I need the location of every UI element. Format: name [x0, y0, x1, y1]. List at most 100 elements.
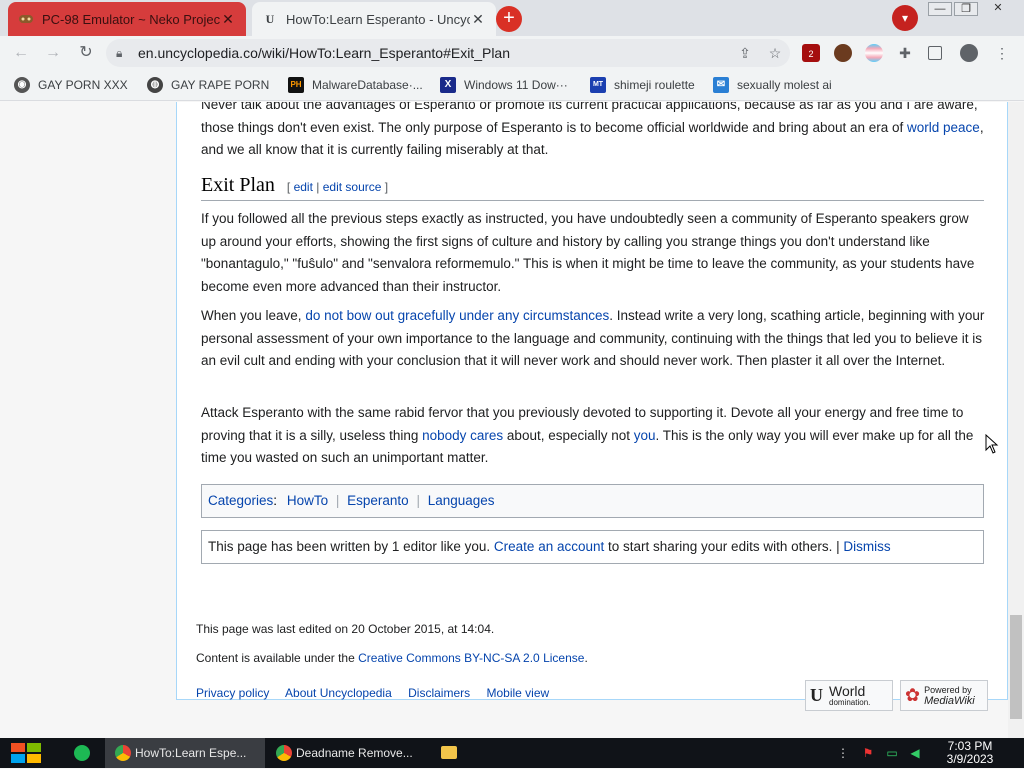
tab-pc98-emulator[interactable]: PC-98 Emulator ~ Neko Project ✕: [8, 2, 246, 36]
about-link[interactable]: About Uncyclopedia: [285, 686, 392, 700]
kebab-menu-icon[interactable]: ⋮: [993, 44, 1011, 62]
paragraph-text: Never talk about the advantages of Esper…: [201, 102, 978, 135]
notice-text: This page has been written by 1 editor l…: [208, 539, 494, 554]
restore-icon[interactable]: ❐: [954, 2, 978, 16]
bookmark-star-icon[interactable]: ☆: [760, 45, 790, 62]
article-content: Never talk about the advantages of Esper…: [176, 102, 1008, 700]
page-viewport: Never talk about the advantages of Esper…: [0, 102, 1008, 738]
extensions-puzzle-icon[interactable]: ✚: [896, 44, 914, 62]
create-account-link[interactable]: Create an account: [494, 539, 604, 554]
section-heading: Exit Plan [ edit | edit source ]: [201, 174, 984, 201]
uncyclopedia-logo-icon: U: [810, 685, 823, 705]
bookmark-label: shimeji roulette: [614, 78, 695, 92]
bookmark-item[interactable]: ◉ GAY PORN XXX: [14, 76, 128, 94]
windows-start-icon[interactable]: [10, 742, 42, 764]
game-controller-icon: [18, 11, 34, 27]
bracket: [: [286, 180, 291, 194]
url-text: en.uncyclopedia.co/wiki/HowTo:Learn_Espe…: [138, 45, 510, 61]
task-label: Deadname Remove...: [296, 746, 413, 760]
privacy-policy-link[interactable]: Privacy policy: [196, 686, 269, 700]
shimeji-icon: MT: [590, 77, 606, 93]
flag-extension-icon[interactable]: [865, 44, 883, 62]
taskbar-chrome-howto[interactable]: HowTo:Learn Espe...: [105, 738, 265, 768]
colon: :: [273, 493, 278, 508]
back-arrow-icon[interactable]: ←: [10, 42, 32, 64]
system-clock[interactable]: 7:03 PM 3/9/2023: [940, 740, 1000, 766]
badge-text: World domination.: [829, 684, 870, 708]
tab-strip: PC-98 Emulator ~ Neko Project ✕ U HowTo:…: [0, 0, 1024, 36]
side-panel-icon[interactable]: [928, 46, 942, 60]
heading-title: Exit Plan: [201, 174, 275, 196]
editors-notice: This page has been written by 1 editor l…: [201, 530, 984, 564]
bookmark-label: sexually molest ai: [737, 78, 832, 92]
bookmark-item[interactable]: MT shimeji roulette: [590, 76, 695, 94]
license-line: Content is available under the Creative …: [196, 651, 588, 665]
reload-icon[interactable]: ↻: [75, 42, 97, 64]
bookmark-item[interactable]: ✉ sexually molest ai: [713, 76, 832, 94]
world-peace-link[interactable]: world peace: [907, 120, 980, 135]
license-link[interactable]: Creative Commons BY-NC-SA 2.0 License: [358, 651, 584, 665]
mediawiki-flower-icon: ✿: [905, 685, 921, 705]
category-languages-link[interactable]: Languages: [428, 493, 495, 508]
taskbar-chrome-deadname[interactable]: Deadname Remove...: [266, 738, 424, 768]
world-domination-badge[interactable]: U World domination.: [805, 680, 893, 711]
separator: |: [335, 493, 340, 508]
categories-link[interactable]: Categories: [208, 493, 273, 508]
footer-links: Privacy policy About Uncyclopedia Discla…: [196, 686, 562, 700]
bow-out-link[interactable]: do not bow out gracefully under any circ…: [305, 308, 609, 323]
minimize-icon[interactable]: —: [928, 2, 952, 16]
ublock-origin-icon[interactable]: 2: [802, 44, 820, 62]
bookmark-item[interactable]: X Windows 11 Dow···: [440, 76, 568, 94]
tab-howto-esperanto[interactable]: U HowTo:Learn Esperanto - Uncyclopedia ✕: [252, 2, 496, 36]
intro-paragraph: Never talk about the advantages of Esper…: [201, 102, 986, 162]
tab-search-chevron-icon[interactable]: ▾: [892, 5, 918, 31]
category-howto-link[interactable]: HowTo: [287, 493, 328, 508]
last-edited-text: This page was last edited on 20 October …: [196, 622, 495, 636]
task-label: HowTo:Learn Espe...: [135, 746, 247, 760]
volume-icon[interactable]: ◀: [907, 745, 923, 761]
share-icon[interactable]: ⇪: [730, 45, 760, 62]
dismiss-link[interactable]: Dismiss: [843, 539, 890, 554]
nobody-cares-link[interactable]: nobody cares: [422, 428, 503, 443]
red-flag-icon[interactable]: ⚑: [860, 745, 876, 761]
forward-arrow-icon[interactable]: →: [42, 42, 64, 64]
bookmark-label: GAY PORN XXX: [38, 78, 128, 92]
bookmarks-bar: ◉ GAY PORN XXX ◍ GAY RAPE PORN PH Malwar…: [0, 69, 1024, 101]
close-window-icon[interactable]: ✕: [986, 2, 1010, 16]
new-tab-button[interactable]: +: [496, 6, 522, 32]
spotify-icon[interactable]: [74, 745, 90, 761]
profile-avatar-icon[interactable]: [960, 44, 978, 62]
x-logo-icon: X: [440, 77, 456, 93]
powered-by-mediawiki-badge[interactable]: ✿ Powered by MediaWiki: [900, 680, 988, 711]
you-link[interactable]: you: [634, 428, 656, 443]
chrome-icon: [276, 745, 292, 761]
disclaimers-link[interactable]: Disclaimers: [408, 686, 470, 700]
avatar-extension-icon[interactable]: [834, 44, 852, 62]
bookmark-label: GAY RAPE PORN: [171, 78, 270, 92]
browser-toolbar: ← → ↻ 🔒︎ en.uncyclopedia.co/wiki/HowTo:L…: [0, 36, 1024, 69]
overflow-menu-icon[interactable]: ⋮: [835, 745, 851, 761]
network-icon[interactable]: ▭: [884, 745, 900, 761]
bookmark-item[interactable]: ◍ GAY RAPE PORN: [147, 76, 269, 94]
category-esperanto-link[interactable]: Esperanto: [347, 493, 409, 508]
exit-plan-paragraph-3: Attack Esperanto with the same rabid fer…: [201, 402, 986, 470]
bookmark-item[interactable]: PH MalwareDatabase·...: [288, 76, 423, 94]
ublock-badge-count: 2: [808, 49, 814, 59]
close-tab-icon[interactable]: ✕: [220, 11, 236, 28]
license-text: .: [584, 651, 588, 665]
lock-icon[interactable]: 🔒︎: [116, 46, 138, 61]
paragraph-text: about, especially not: [503, 427, 634, 443]
scrollbar-thumb[interactable]: [1010, 615, 1022, 719]
mobile-view-link[interactable]: Mobile view: [486, 686, 549, 700]
badge-world-text: World: [829, 682, 866, 699]
close-tab-icon[interactable]: ✕: [470, 11, 486, 28]
exit-plan-paragraph-1: If you followed all the previous steps e…: [201, 211, 975, 294]
edit-source-link[interactable]: edit source: [323, 180, 382, 194]
notice-text: to start sharing your edits with others.…: [604, 539, 844, 554]
edit-section-links: [ edit | edit source ]: [287, 180, 388, 194]
edit-link[interactable]: edit: [294, 180, 313, 194]
address-bar[interactable]: 🔒︎ en.uncyclopedia.co/wiki/HowTo:Learn_E…: [106, 39, 790, 67]
chrome-icon: [115, 745, 131, 761]
separator: |: [416, 493, 420, 508]
file-explorer-icon[interactable]: [441, 746, 457, 759]
